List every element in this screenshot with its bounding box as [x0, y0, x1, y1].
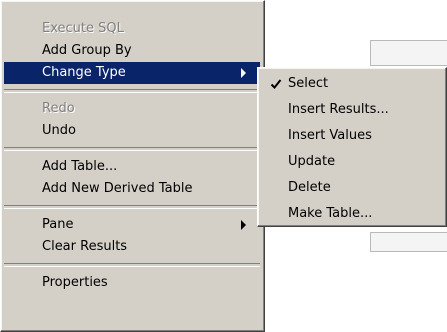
menu-item-label: Add New Derived Table [42, 181, 193, 196]
menu-item-redo[interactable]: Redo [4, 98, 260, 120]
submenu-item-label: Select [288, 76, 329, 91]
submenu-item-label: Insert Values [288, 128, 372, 143]
submenu-item-update[interactable]: Update [261, 149, 443, 175]
menu-separator [4, 205, 260, 209]
menu-item-add-group-by[interactable]: Add Group By [4, 40, 260, 62]
menu-item-label: Clear Results [42, 239, 128, 254]
menu-item-label: Properties [42, 275, 108, 290]
menu-separator [4, 263, 260, 267]
background-window-fragment [370, 232, 447, 252]
menu-item-change-type[interactable]: Change Type [4, 62, 260, 84]
context-menu: Execute SQL Add Group By Change Type Red… [0, 0, 265, 332]
submenu-item-insert-values[interactable]: Insert Values [261, 123, 443, 149]
menu-separator [4, 89, 260, 93]
background-window-fragment [370, 40, 447, 66]
menu-item-undo[interactable]: Undo [4, 120, 260, 142]
menu-item-properties[interactable]: Properties [4, 272, 260, 294]
menu-item-label: Undo [42, 123, 76, 138]
change-type-submenu: Select Insert Results... Insert Values U… [257, 67, 447, 227]
menu-item-label: Add Group By [42, 43, 132, 58]
submenu-arrow-icon [241, 68, 246, 78]
menu-item-label: Add Table... [42, 159, 118, 174]
menu-item-clear-results[interactable]: Clear Results [4, 236, 260, 258]
menu-item-label: Execute SQL [42, 21, 124, 36]
menu-item-execute-sql[interactable]: Execute SQL [4, 18, 260, 40]
submenu-item-delete[interactable]: Delete [261, 175, 443, 201]
submenu-item-select[interactable]: Select [261, 71, 443, 97]
menu-separator [4, 147, 260, 151]
menu-item-label: Change Type [42, 65, 126, 80]
check-icon [270, 79, 282, 89]
submenu-item-make-table[interactable]: Make Table... [261, 201, 443, 227]
menu-item-add-new-derived-table[interactable]: Add New Derived Table [4, 178, 260, 200]
submenu-item-label: Delete [288, 180, 331, 195]
menu-item-label: Redo [42, 101, 75, 116]
submenu-item-label: Make Table... [288, 206, 373, 221]
menu-item-label: Pane [42, 217, 74, 232]
submenu-item-label: Insert Results... [288, 102, 389, 117]
submenu-item-insert-results[interactable]: Insert Results... [261, 97, 443, 123]
menu-item-add-table[interactable]: Add Table... [4, 156, 260, 178]
menu-item-pane[interactable]: Pane [4, 214, 260, 236]
screen: { "main_menu": { "items": [ {"label": "E… [0, 0, 447, 332]
submenu-arrow-icon [241, 220, 246, 230]
submenu-item-label: Update [288, 154, 336, 169]
